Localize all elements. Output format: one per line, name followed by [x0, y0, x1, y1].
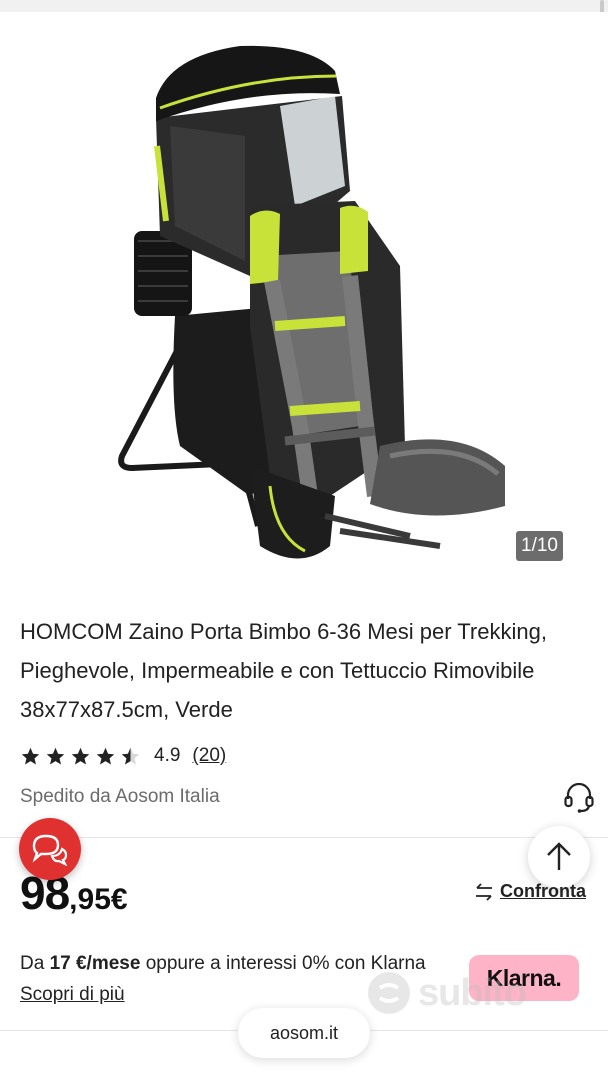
klarna-learn-more-link[interactable]: Scopri di più	[20, 984, 125, 1005]
shipped-by-text: Spedito da Aosom Italia	[20, 786, 220, 807]
chat-button[interactable]	[19, 818, 81, 880]
section-divider	[0, 837, 608, 838]
browser-url-pill[interactable]: aosom.it	[238, 1008, 370, 1058]
star-full-icon	[21, 747, 40, 765]
subito-logo-icon	[368, 972, 410, 1014]
headset-icon[interactable]	[562, 780, 596, 814]
chat-bubbles-icon	[32, 834, 68, 866]
product-title: HOMCOM Zaino Porta Bimbo 6-36 Mesi per T…	[20, 619, 547, 722]
compare-label[interactable]: Confronta	[500, 881, 586, 902]
product-image[interactable]	[100, 26, 520, 566]
rating-value: 4.9	[154, 745, 181, 766]
image-counter: 1/10	[516, 531, 563, 561]
rating-row[interactable]: 4.9 (20)	[20, 742, 226, 770]
star-half-icon	[121, 747, 140, 765]
compare-link[interactable]: Confronta	[474, 881, 586, 902]
reviews-count-link[interactable]: (20)	[192, 745, 226, 767]
klarna-amount: 17 €/mese	[49, 953, 141, 974]
top-scroll-bar	[0, 0, 608, 40]
watermark-text: subito	[418, 971, 527, 1014]
subito-watermark: subito	[366, 970, 527, 1016]
price-decimal: ,95€	[69, 883, 128, 916]
star-full-icon	[46, 747, 65, 765]
star-full-icon	[71, 747, 90, 765]
scroll-to-top-button[interactable]	[528, 826, 590, 888]
klarna-prefix: Da	[20, 953, 50, 974]
swap-arrows-icon	[476, 882, 492, 901]
star-rating	[20, 746, 141, 767]
arrow-up-icon	[547, 842, 571, 870]
product-gallery[interactable]: 1/10	[0, 12, 608, 582]
star-full-icon	[96, 747, 115, 765]
